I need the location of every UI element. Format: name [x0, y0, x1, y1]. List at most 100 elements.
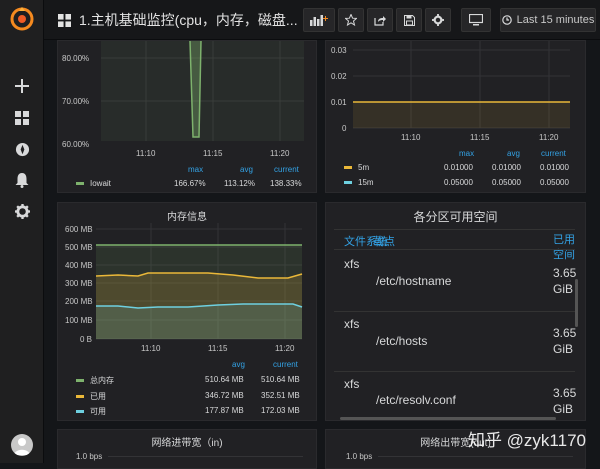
cpu-x-tick: 11:20	[270, 149, 290, 158]
star-button[interactable]	[338, 8, 364, 32]
partition-free-space-panel: 各分区可用空间 文件系统 挂载点 已用空间 xfs /etc/hostname …	[325, 202, 586, 421]
legend-header-max[interactable]: max	[459, 149, 474, 158]
row-divider	[334, 311, 575, 312]
series-color-swatch[interactable]	[76, 410, 84, 414]
add-panel-button[interactable]	[303, 8, 335, 32]
net-out-y-tick: 1.0 bps	[346, 452, 373, 461]
monitor-icon	[469, 14, 483, 26]
legend-header-avg[interactable]: avg	[240, 165, 253, 174]
legend-header-current[interactable]: current	[274, 165, 299, 174]
grid-line	[108, 456, 303, 457]
load-y-tick: 0.01	[331, 98, 347, 107]
legend-item-available[interactable]: 可用	[76, 406, 106, 417]
dashboards-icon[interactable]	[12, 108, 32, 128]
header-divider	[334, 229, 575, 230]
share-button[interactable]	[367, 8, 393, 32]
memory-y-tick: 100 MB	[65, 316, 93, 325]
memory-y-tick: 0 B	[80, 335, 93, 344]
legend-value-avg: 346.72 MB	[205, 391, 244, 400]
add-panel-icon	[310, 15, 328, 26]
legend-value-avg: 177.87 MB	[205, 406, 244, 415]
time-picker-button[interactable]: Last 15 minutes	[500, 8, 596, 32]
column-header-mountpoint[interactable]: 挂载点	[373, 233, 395, 249]
series-name: 总内存	[90, 376, 114, 385]
legend-value-max: 166.67%	[174, 179, 206, 188]
load-x-tick: 11:20	[539, 133, 559, 142]
settings-gear-icon	[432, 14, 444, 26]
cell-mountpoint: /etc/resolv.conf	[376, 393, 456, 407]
cell-filesystem: xfs	[344, 377, 360, 391]
memory-y-tick: 600 MB	[65, 225, 93, 234]
save-dashboard-button[interactable]	[396, 8, 422, 32]
series-color-swatch[interactable]	[76, 379, 84, 383]
load-y-tick: 0.02	[331, 72, 347, 81]
row-divider	[334, 371, 575, 372]
legend-value-avg: 113.12%	[224, 179, 255, 188]
series-color-swatch[interactable]	[344, 181, 352, 185]
zhihu-watermark: 知乎 @zyk1170	[467, 431, 586, 450]
memory-info-panel: 内存信息 600 MB 500 MB 400 MB 300 MB 200 MB …	[57, 202, 317, 421]
star-icon	[345, 14, 357, 26]
cpu-y-tick: 80.00%	[62, 54, 90, 63]
series-color-swatch[interactable]	[344, 166, 352, 170]
legend-value-avg: 510.64 MB	[205, 375, 244, 384]
legend-value-current: 352.51 MB	[261, 391, 300, 400]
view-mode-button[interactable]	[461, 8, 491, 32]
explore-compass-icon[interactable]	[12, 139, 32, 159]
dashboard-settings-button[interactable]	[425, 8, 451, 32]
panel-title[interactable]: 网络进带宽（in)	[58, 434, 316, 449]
legend-item-5m[interactable]: 5m	[344, 163, 369, 172]
memory-x-tick: 11:20	[275, 344, 295, 353]
legend-item-total-memory[interactable]: 总内存	[76, 375, 114, 386]
legend-item-iowait[interactable]: Iowait	[76, 179, 111, 188]
legend-header-current[interactable]: current	[541, 149, 566, 158]
cpu-x-tick: 11:10	[136, 149, 156, 158]
legend-value-avg: 0.05000	[492, 178, 521, 187]
legend-value-max: 0.05000	[444, 178, 473, 187]
series-name: Iowait	[90, 179, 111, 188]
save-icon	[403, 14, 415, 26]
legend-header-max[interactable]: max	[188, 165, 203, 174]
legend-header-avg[interactable]: avg	[507, 149, 520, 158]
panel-title[interactable]: 各分区可用空间	[326, 208, 585, 225]
legend-item-15m[interactable]: 15m	[344, 178, 374, 187]
series-color-swatch[interactable]	[76, 182, 84, 186]
memory-y-tick: 500 MB	[65, 243, 93, 252]
series-name: 可用	[90, 407, 106, 416]
system-load-panel: 0.03 0.02 0.01 0 11:10 11:15 11:20 max a…	[325, 40, 586, 193]
cpu-x-tick: 11:15	[203, 149, 223, 158]
cell-mountpoint: /etc/hosts	[376, 334, 428, 348]
series-name: 已用	[90, 392, 106, 401]
memory-y-tick: 200 MB	[65, 297, 93, 306]
horizontal-scrollbar[interactable]	[340, 417, 556, 420]
legend-value-current: 172.03 MB	[261, 406, 300, 415]
series-name: 15m	[358, 178, 374, 187]
configuration-gear-icon[interactable]	[12, 201, 32, 221]
create-plus-icon[interactable]	[12, 76, 32, 96]
cpu-graph	[101, 41, 304, 141]
legend-value-current: 138.33%	[270, 179, 302, 188]
share-icon	[374, 15, 386, 26]
legend-header-avg[interactable]: avg	[232, 360, 245, 369]
memory-y-tick: 400 MB	[65, 261, 93, 270]
grafana-logo-icon[interactable]	[9, 6, 35, 32]
legend-header-current[interactable]: current	[273, 360, 298, 369]
memory-graph	[95, 223, 303, 340]
vertical-scrollbar[interactable]	[575, 279, 578, 327]
alerting-bell-icon[interactable]	[12, 170, 32, 190]
memory-y-tick: 300 MB	[65, 279, 93, 288]
column-header-used-space[interactable]: 已用空间	[553, 233, 579, 263]
dashboard-title[interactable]: 1.主机基础监控(cpu，内存，磁盘...	[58, 10, 298, 30]
top-navbar: 1.主机基础监控(cpu，内存，磁盘... Last 15 minutes	[44, 0, 600, 40]
cell-used-space: 3.65 GiB	[553, 386, 577, 416]
legend-value-current: 0.05000	[540, 178, 569, 187]
series-name: 5m	[358, 163, 370, 172]
load-y-tick: 0.03	[331, 46, 347, 55]
net-in-y-tick: 1.0 bps	[76, 452, 103, 461]
legend-value-avg: 0.01000	[492, 163, 521, 172]
row-divider	[334, 249, 575, 250]
series-color-swatch[interactable]	[76, 395, 84, 399]
user-avatar[interactable]	[11, 434, 33, 456]
load-y-tick: 0	[342, 124, 347, 133]
legend-item-used[interactable]: 已用	[76, 391, 106, 402]
